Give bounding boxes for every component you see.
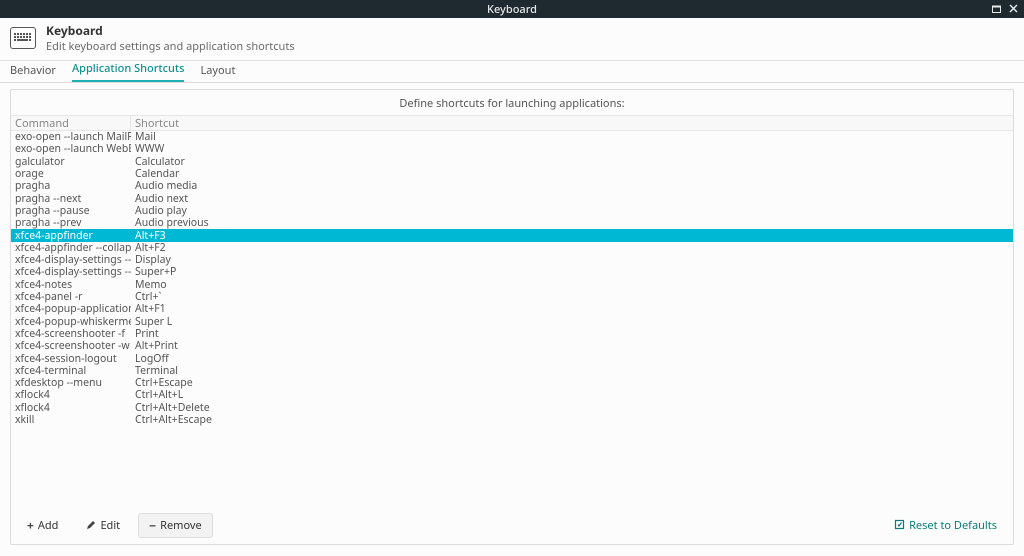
reset-icon: [894, 519, 905, 532]
table-row[interactable]: xfce4-display-settings --minimalSuper+P: [11, 266, 1013, 278]
tabs: Behavior Application Shortcuts Layout: [0, 61, 1024, 83]
window-controls: [992, 0, 1018, 18]
table-row[interactable]: xfce4-notesMemo: [11, 279, 1013, 291]
table-body[interactable]: exo-open --launch MailReaderMailexo-open…: [11, 131, 1013, 507]
column-header-command[interactable]: Command: [11, 116, 131, 131]
shortcuts-table: Command Shortcut exo-open --launch MailR…: [11, 115, 1013, 507]
content-frame: Define shortcuts for launching applicati…: [10, 89, 1014, 545]
reset-to-defaults-button[interactable]: Reset to Defaults: [884, 514, 1007, 537]
add-button[interactable]: + Add: [17, 514, 68, 537]
cell-shortcut: Ctrl+Alt+Escape: [131, 413, 1013, 427]
reset-button-label: Reset to Defaults: [909, 518, 997, 533]
instruction-label: Define shortcuts for launching applicati…: [11, 90, 1013, 115]
table-row[interactable]: xfce4-display-settings --minimalDisplay: [11, 254, 1013, 266]
maximize-icon[interactable]: [992, 4, 1001, 14]
table-row[interactable]: xfce4-panel -rCtrl+`: [11, 291, 1013, 303]
window-title: Keyboard: [487, 2, 537, 17]
tab-behavior[interactable]: Behavior: [10, 63, 56, 82]
table-row[interactable]: xfce4-screenshooter -fPrint: [11, 328, 1013, 340]
close-icon[interactable]: [1009, 4, 1018, 14]
table-row[interactable]: xkillCtrl+Alt+Escape: [11, 414, 1013, 426]
table-row[interactable]: xfce4-popup-applicationsmenuAlt+F1: [11, 303, 1013, 315]
add-button-label: Add: [38, 518, 59, 533]
table-row[interactable]: galculatorCalculator: [11, 156, 1013, 168]
table-row[interactable]: xfce4-appfinder --collapsedAlt+F2: [11, 242, 1013, 254]
edit-button[interactable]: Edit: [76, 514, 130, 537]
header-text: Keyboard Edit keyboard settings and appl…: [46, 22, 295, 54]
page-header: Keyboard Edit keyboard settings and appl…: [0, 18, 1024, 61]
table-row[interactable]: xfce4-terminalTerminal: [11, 365, 1013, 377]
keyboard-icon: [10, 27, 36, 49]
pencil-icon: [86, 520, 96, 532]
table-row[interactable]: xfce4-session-logoutLogOff: [11, 352, 1013, 364]
table-row[interactable]: xfce4-popup-whiskermenuSuper L: [11, 315, 1013, 327]
toolbar: + Add Edit − Remove Reset to Defaults: [11, 507, 1013, 544]
footer: ? Help Close: [0, 551, 1024, 556]
table-row[interactable]: pragha --prevAudio previous: [11, 217, 1013, 229]
tab-layout[interactable]: Layout: [200, 63, 235, 82]
table-row[interactable]: xflock4Ctrl+Alt+L: [11, 389, 1013, 401]
table-row[interactable]: xflock4Ctrl+Alt+Delete: [11, 402, 1013, 414]
minus-icon: −: [149, 520, 156, 532]
table-row[interactable]: orageCalendar: [11, 168, 1013, 180]
page-subtitle: Edit keyboard settings and application s…: [46, 39, 295, 54]
table-row[interactable]: xfdesktop --menuCtrl+Escape: [11, 377, 1013, 389]
table-row[interactable]: xfce4-screenshooter -wAlt+Print: [11, 340, 1013, 352]
table-row[interactable]: praghaAudio media: [11, 180, 1013, 192]
table-row[interactable]: pragha --pauseAudio play: [11, 205, 1013, 217]
table-row[interactable]: exo-open --launch WebBrowserWWW: [11, 143, 1013, 155]
column-header-shortcut[interactable]: Shortcut: [131, 116, 1013, 131]
cell-command: xkill: [11, 413, 131, 427]
table-row[interactable]: xfce4-appfinderAlt+F3: [11, 229, 1013, 241]
titlebar: Keyboard: [0, 0, 1024, 18]
table-row[interactable]: exo-open --launch MailReaderMail: [11, 131, 1013, 143]
remove-button[interactable]: − Remove: [138, 513, 213, 538]
table-header: Command Shortcut: [11, 115, 1013, 131]
edit-button-label: Edit: [100, 518, 120, 533]
page-title: Keyboard: [46, 22, 295, 39]
tab-application-shortcuts[interactable]: Application Shortcuts: [72, 61, 185, 82]
table-row[interactable]: pragha --nextAudio next: [11, 192, 1013, 204]
remove-button-label: Remove: [160, 518, 202, 533]
plus-icon: +: [27, 520, 34, 532]
